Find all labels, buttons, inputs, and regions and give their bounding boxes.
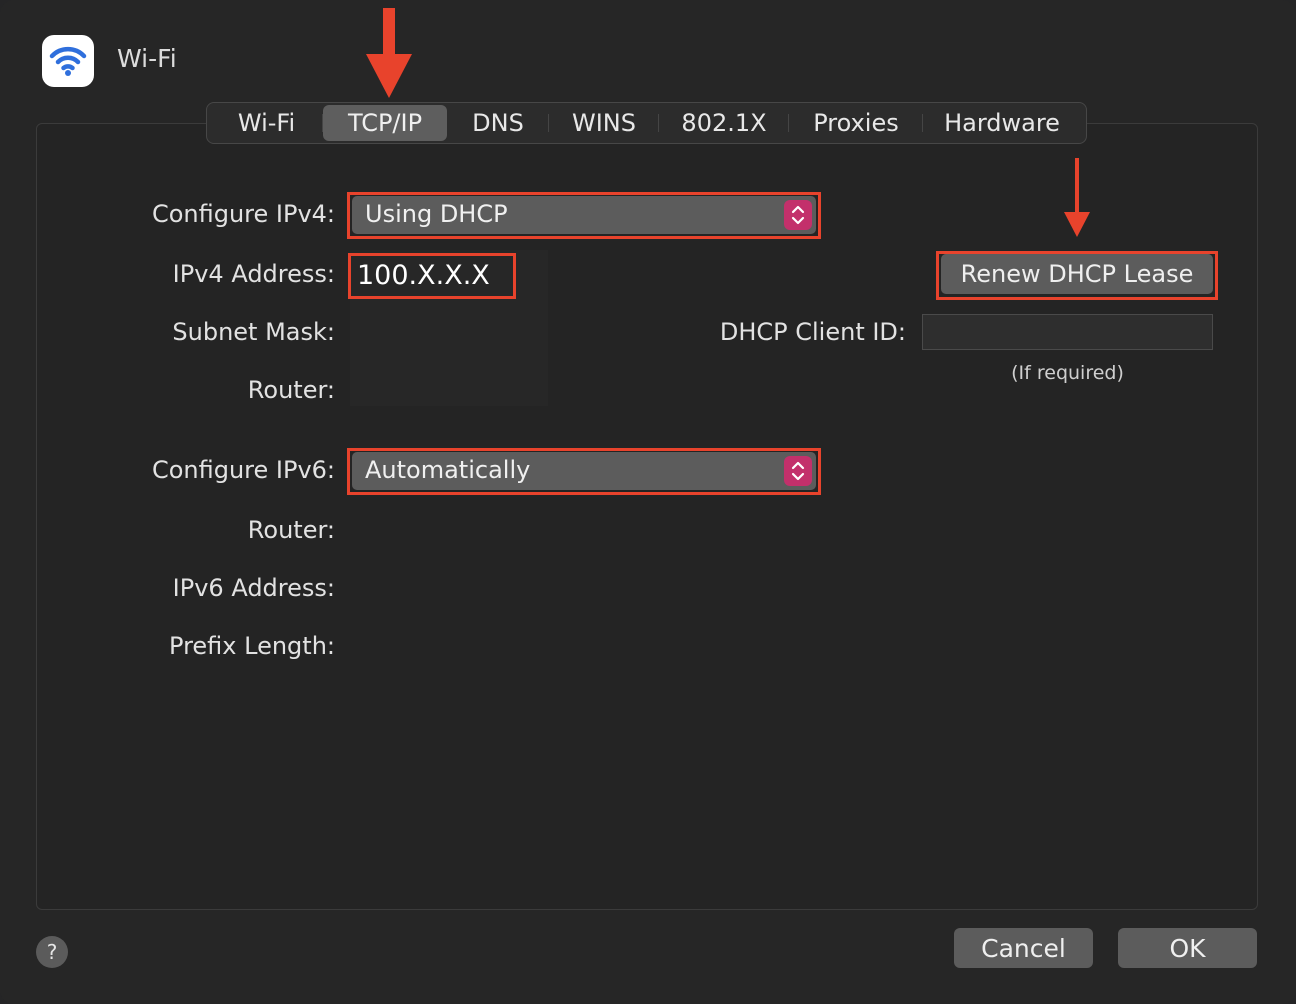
renew-dhcp-highlight <box>936 251 1218 300</box>
network-settings-window: Wi-Fi Wi-Fi TCP/IP DNS WINS 802.1X Proxi… <box>0 0 1296 1004</box>
down-arrow-annotation-icon <box>366 8 412 98</box>
window-title: Wi-Fi <box>117 44 177 73</box>
dhcp-client-id-label: DHCP Client ID: <box>719 318 906 346</box>
configure-ipv6-highlight <box>347 448 821 495</box>
help-icon: ? <box>46 940 58 964</box>
tab-dns[interactable]: DNS <box>447 105 549 141</box>
tab-8021x[interactable]: 802.1X <box>659 105 789 141</box>
ipv4-router-label: Router: <box>247 376 335 404</box>
tab-hardware[interactable]: Hardware <box>923 105 1081 141</box>
prefix-length-label: Prefix Length: <box>169 632 335 660</box>
tab-proxies[interactable]: Proxies <box>789 105 923 141</box>
down-arrow-annotation-icon <box>1064 158 1090 237</box>
tab-wins[interactable]: WINS <box>549 105 659 141</box>
help-button[interactable]: ? <box>36 936 68 968</box>
configure-ipv4-highlight <box>347 192 821 239</box>
tab-bar: Wi-Fi TCP/IP DNS WINS 802.1X Proxies Har… <box>206 102 1087 144</box>
tab-wifi[interactable]: Wi-Fi <box>210 105 323 141</box>
ok-button[interactable]: OK <box>1118 928 1257 968</box>
configure-ipv4-label: Configure IPv4: <box>151 200 335 228</box>
subnet-mask-label: Subnet Mask: <box>172 318 335 346</box>
dhcp-client-id-hint: (If required) <box>1011 362 1124 384</box>
wifi-app-icon <box>42 35 94 87</box>
cancel-button[interactable]: Cancel <box>954 928 1093 968</box>
wifi-icon <box>49 46 87 76</box>
ipv6-router-label: Router: <box>247 516 335 544</box>
ipv6-address-label: IPv6 Address: <box>172 574 335 602</box>
ipv4-address-label: IPv4 Address: <box>172 260 335 288</box>
configure-ipv6-label: Configure IPv6: <box>151 456 335 484</box>
dhcp-client-id-field[interactable] <box>922 314 1213 350</box>
tab-tcpip[interactable]: TCP/IP <box>323 105 447 141</box>
ipv4-address-highlight <box>348 253 516 299</box>
